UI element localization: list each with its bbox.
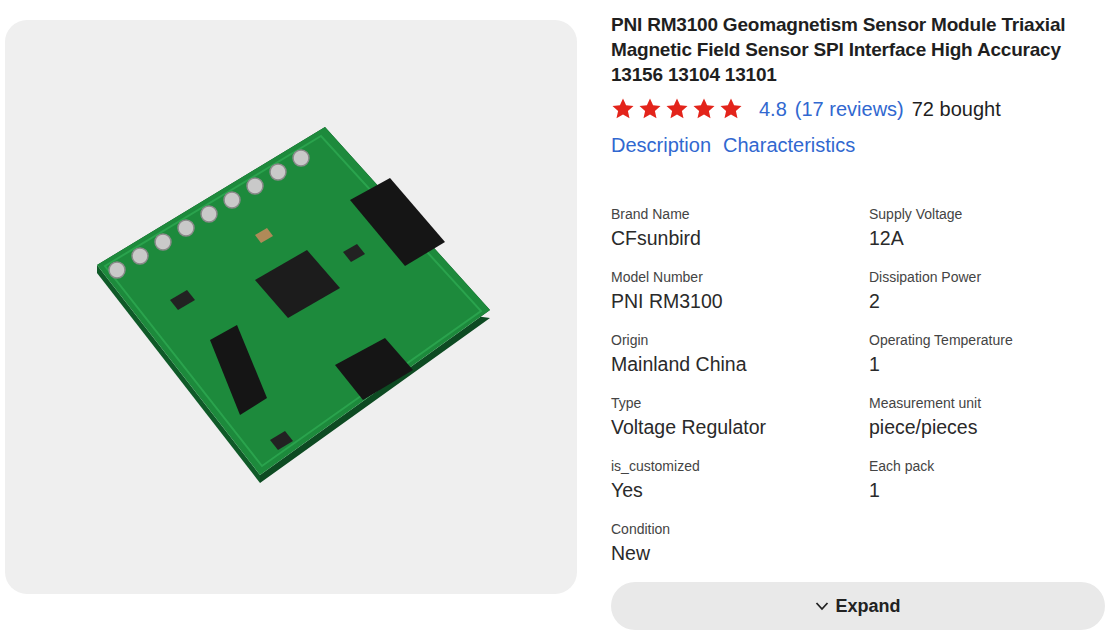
spec-item: Operating Temperature 1: [869, 332, 1104, 377]
spec-label: Condition: [611, 521, 869, 538]
spec-value: 12A: [869, 226, 1104, 251]
product-photo[interactable]: [5, 20, 577, 594]
chevron-down-icon: [815, 601, 829, 611]
spec-item: Condition New: [611, 521, 869, 566]
spec-label: Model Number: [611, 269, 869, 286]
spec-label: Operating Temperature: [869, 332, 1104, 349]
spec-item: Brand Name CFsunbird: [611, 206, 869, 251]
spec-value: CFsunbird: [611, 226, 869, 251]
spec-value: New: [611, 541, 869, 566]
star-icon: [665, 97, 689, 121]
expand-button[interactable]: Expand: [611, 582, 1105, 630]
spec-item: Supply Voltage 12A: [869, 206, 1104, 251]
spec-value: 1: [869, 352, 1104, 377]
spec-item: Type Voltage Regulator: [611, 395, 869, 440]
rating-stars: [611, 97, 743, 121]
spec-item: Dissipation Power 2: [869, 269, 1104, 314]
spec-value: 2: [869, 289, 1104, 314]
spec-value: Voltage Regulator: [611, 415, 869, 440]
spec-value: PNI RM3100: [611, 289, 869, 314]
spec-label: Measurement unit: [869, 395, 1104, 412]
spec-label: Supply Voltage: [869, 206, 1104, 223]
spec-item: Origin Mainland China: [611, 332, 869, 377]
reviews-link[interactable]: (17 reviews): [795, 94, 904, 124]
section-tab[interactable]: Description: [611, 130, 711, 160]
spec-label: is_customized: [611, 458, 869, 475]
product-info: PNI RM3100 Geomagnetism Sensor Module Tr…: [611, 12, 1104, 639]
spec-label: Origin: [611, 332, 869, 349]
bought-count: 72 bought: [912, 94, 1001, 124]
star-icon: [719, 97, 743, 121]
spec-label: Type: [611, 395, 869, 412]
star-icon: [638, 97, 662, 121]
spec-item: Each pack 1: [869, 458, 1104, 503]
star-icon: [611, 97, 635, 121]
expand-label: Expand: [835, 593, 900, 620]
spec-label: Brand Name: [611, 206, 869, 223]
section-tabs: Description Characteristics: [611, 130, 1104, 160]
rating-row: 4.8 (17 reviews) 72 bought: [611, 94, 1104, 124]
spec-item: Model Number PNI RM3100: [611, 269, 869, 314]
spec-value: 1: [869, 478, 1104, 503]
section-tab[interactable]: Characteristics: [723, 130, 855, 160]
spec-item: Measurement unit piece/pieces: [869, 395, 1104, 440]
spec-item: is_customized Yes: [611, 458, 869, 503]
product-title: PNI RM3100 Geomagnetism Sensor Module Tr…: [611, 12, 1104, 87]
spec-value: Mainland China: [611, 352, 869, 377]
spec-value: piece/pieces: [869, 415, 1104, 440]
specs-grid: Brand NameCFsunbirdSupply Voltage12AMode…: [611, 206, 1104, 566]
spec-label: Dissipation Power: [869, 269, 1104, 286]
spec-label: Each pack: [869, 458, 1104, 475]
star-icon: [692, 97, 716, 121]
spec-value: Yes: [611, 478, 869, 503]
rating-score[interactable]: 4.8: [759, 94, 787, 124]
